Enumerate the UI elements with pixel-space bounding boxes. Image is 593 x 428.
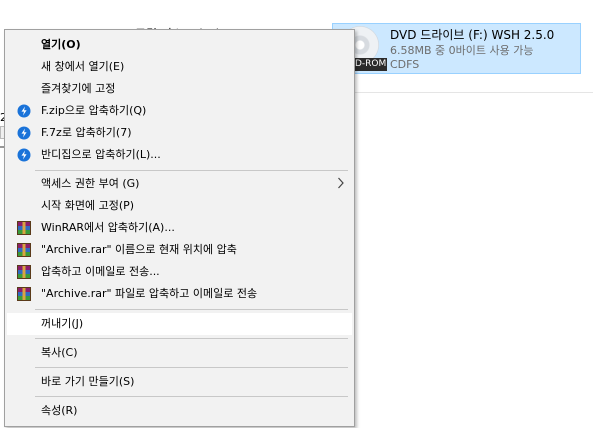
menu-separator [35, 367, 348, 368]
menu-separator [35, 338, 348, 339]
menu-item-label: 속성(R) [41, 404, 78, 417]
menu-item-properties[interactable]: 속성(R) [7, 400, 352, 422]
menu-item-bandizip[interactable]: 반디집으로 압축하기(L)... [7, 144, 352, 166]
menu-item-label: 꺼내기(J) [41, 317, 84, 330]
menu-item-label: "Archive.rar" 파일로 압축하고 이메일로 전송 [41, 287, 258, 300]
menu-item-zip[interactable]: F.zip으로 압축하기(Q) [7, 100, 352, 122]
menu-item-label: 복사(C) [41, 346, 78, 359]
menu-item-copy[interactable]: 복사(C) [7, 342, 352, 364]
menu-item-label: 열기(O) [41, 38, 81, 51]
menu-separator [35, 396, 348, 397]
menu-item-winrar-email[interactable]: 압축하고 이메일로 전송... [7, 261, 352, 283]
bandizip-icon [17, 104, 31, 118]
menu-item-open[interactable]: 열기(O) [7, 34, 352, 56]
menu-item-winrar-archive-here[interactable]: "Archive.rar" 이름으로 현재 위치에 압축 [7, 239, 352, 261]
menu-item-label: "Archive.rar" 이름으로 현재 위치에 압축 [41, 243, 237, 256]
menu-item-label: 압축하고 이메일로 전송... [41, 265, 160, 278]
menu-item-open-new-window[interactable]: 새 창에서 열기(E) [7, 56, 352, 78]
drive-filesystem: CDFS [390, 58, 420, 71]
menu-item-label: F.7z로 압축하기(7) [41, 126, 132, 139]
winrar-icon [17, 265, 31, 279]
menu-item-label: 즐겨찾기에 고정 [41, 82, 116, 95]
drive-name: DVD 드라이브 (F:) WSH 2.5.0 [390, 28, 555, 42]
winrar-icon [17, 221, 31, 235]
winrar-icon [17, 243, 31, 257]
winrar-icon [17, 287, 31, 301]
menu-separator [35, 309, 348, 310]
drive-space: 6.58MB 중 0바이트 사용 가능 [390, 44, 534, 57]
menu-item-label: 액세스 권한 부여 (G) [41, 177, 140, 190]
menu-item-pin-start[interactable]: 시작 화면에 고정(P) [7, 195, 352, 217]
dvd-drive-item[interactable]: D-ROM DVD 드라이브 (F:) WSH 2.5.0 6.58MB 중 0… [332, 23, 581, 74]
menu-item-pin-quick-access[interactable]: 즐겨찾기에 고정 [7, 78, 352, 100]
menu-item-give-access[interactable]: 액세스 권한 부여 (G) [7, 173, 352, 195]
menu-item-label: 반디집으로 압축하기(L)... [41, 148, 161, 161]
menu-item-winrar-add[interactable]: WinRAR에서 압축하기(A)... [7, 217, 352, 239]
menu-item-winrar-archive-email[interactable]: "Archive.rar" 파일로 압축하고 이메일로 전송 [7, 283, 352, 305]
divider [355, 92, 593, 93]
menu-separator [35, 170, 348, 171]
bandizip-icon [17, 148, 31, 162]
bandizip-icon [17, 126, 31, 140]
menu-item-label: 바로 가기 만들기(S) [41, 375, 135, 388]
menu-item-eject[interactable]: 꺼내기(J) [7, 313, 352, 335]
menu-item-label: F.zip으로 압축하기(Q) [41, 104, 147, 117]
menu-item-label: WinRAR에서 압축하기(A)... [41, 221, 175, 234]
menu-item-create-shortcut[interactable]: 바로 가기 만들기(S) [7, 371, 352, 393]
chevron-right-icon [338, 177, 344, 189]
menu-item-label: 시작 화면에 고정(P) [41, 199, 135, 212]
menu-item-label: 새 창에서 열기(E) [41, 60, 125, 73]
context-menu: 열기(O) 새 창에서 열기(E) 즐겨찾기에 고정 F.zip으로 압축하기(… [4, 29, 355, 427]
menu-item-7z[interactable]: F.7z로 압축하기(7) [7, 122, 352, 144]
